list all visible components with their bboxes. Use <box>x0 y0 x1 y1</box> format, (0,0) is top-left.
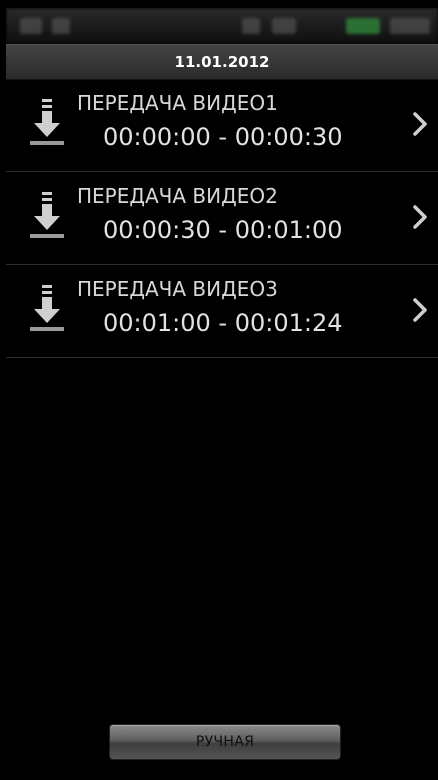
item-time-range: 00:00:30 - 00:01:00 <box>103 216 343 244</box>
app-screen: 11.01.2012 ПЕРЕДАЧА ВИДЕО1 00:00:00 - 00… <box>6 8 438 780</box>
item-title: ПЕРЕДАЧА ВИДЕО3 <box>77 277 278 301</box>
manual-button-label: РУЧНАЯ <box>195 734 255 750</box>
download-icon <box>30 285 64 331</box>
item-time-range: 00:01:00 - 00:01:24 <box>103 309 343 337</box>
date-label: 11.01.2012 <box>174 53 270 71</box>
status-bar <box>6 8 438 44</box>
date-header: 11.01.2012 <box>6 44 438 80</box>
status-icon <box>242 18 260 34</box>
chevron-right-icon <box>413 112 427 136</box>
manual-button[interactable]: РУЧНАЯ <box>109 724 341 760</box>
video-transfer-list: ПЕРЕДАЧА ВИДЕО1 00:00:00 - 00:00:30 ПЕРЕ… <box>6 79 438 358</box>
clock-icon <box>390 18 430 34</box>
item-title: ПЕРЕДАЧА ВИДЕО2 <box>77 184 278 208</box>
status-icon <box>52 18 70 34</box>
list-item[interactable]: ПЕРЕДАЧА ВИДЕО2 00:00:30 - 00:01:00 <box>6 172 438 265</box>
chevron-right-icon <box>413 205 427 229</box>
download-icon <box>30 192 64 238</box>
item-title: ПЕРЕДАЧА ВИДЕО1 <box>77 91 278 115</box>
list-item[interactable]: ПЕРЕДАЧА ВИДЕО3 00:01:00 - 00:01:24 <box>6 265 438 358</box>
chevron-right-icon <box>413 298 427 322</box>
status-icon <box>272 18 296 34</box>
download-icon <box>30 99 64 145</box>
item-time-range: 00:00:00 - 00:00:30 <box>103 123 343 151</box>
status-icon <box>20 18 42 34</box>
battery-icon <box>346 18 380 34</box>
list-item[interactable]: ПЕРЕДАЧА ВИДЕО1 00:00:00 - 00:00:30 <box>6 79 438 172</box>
